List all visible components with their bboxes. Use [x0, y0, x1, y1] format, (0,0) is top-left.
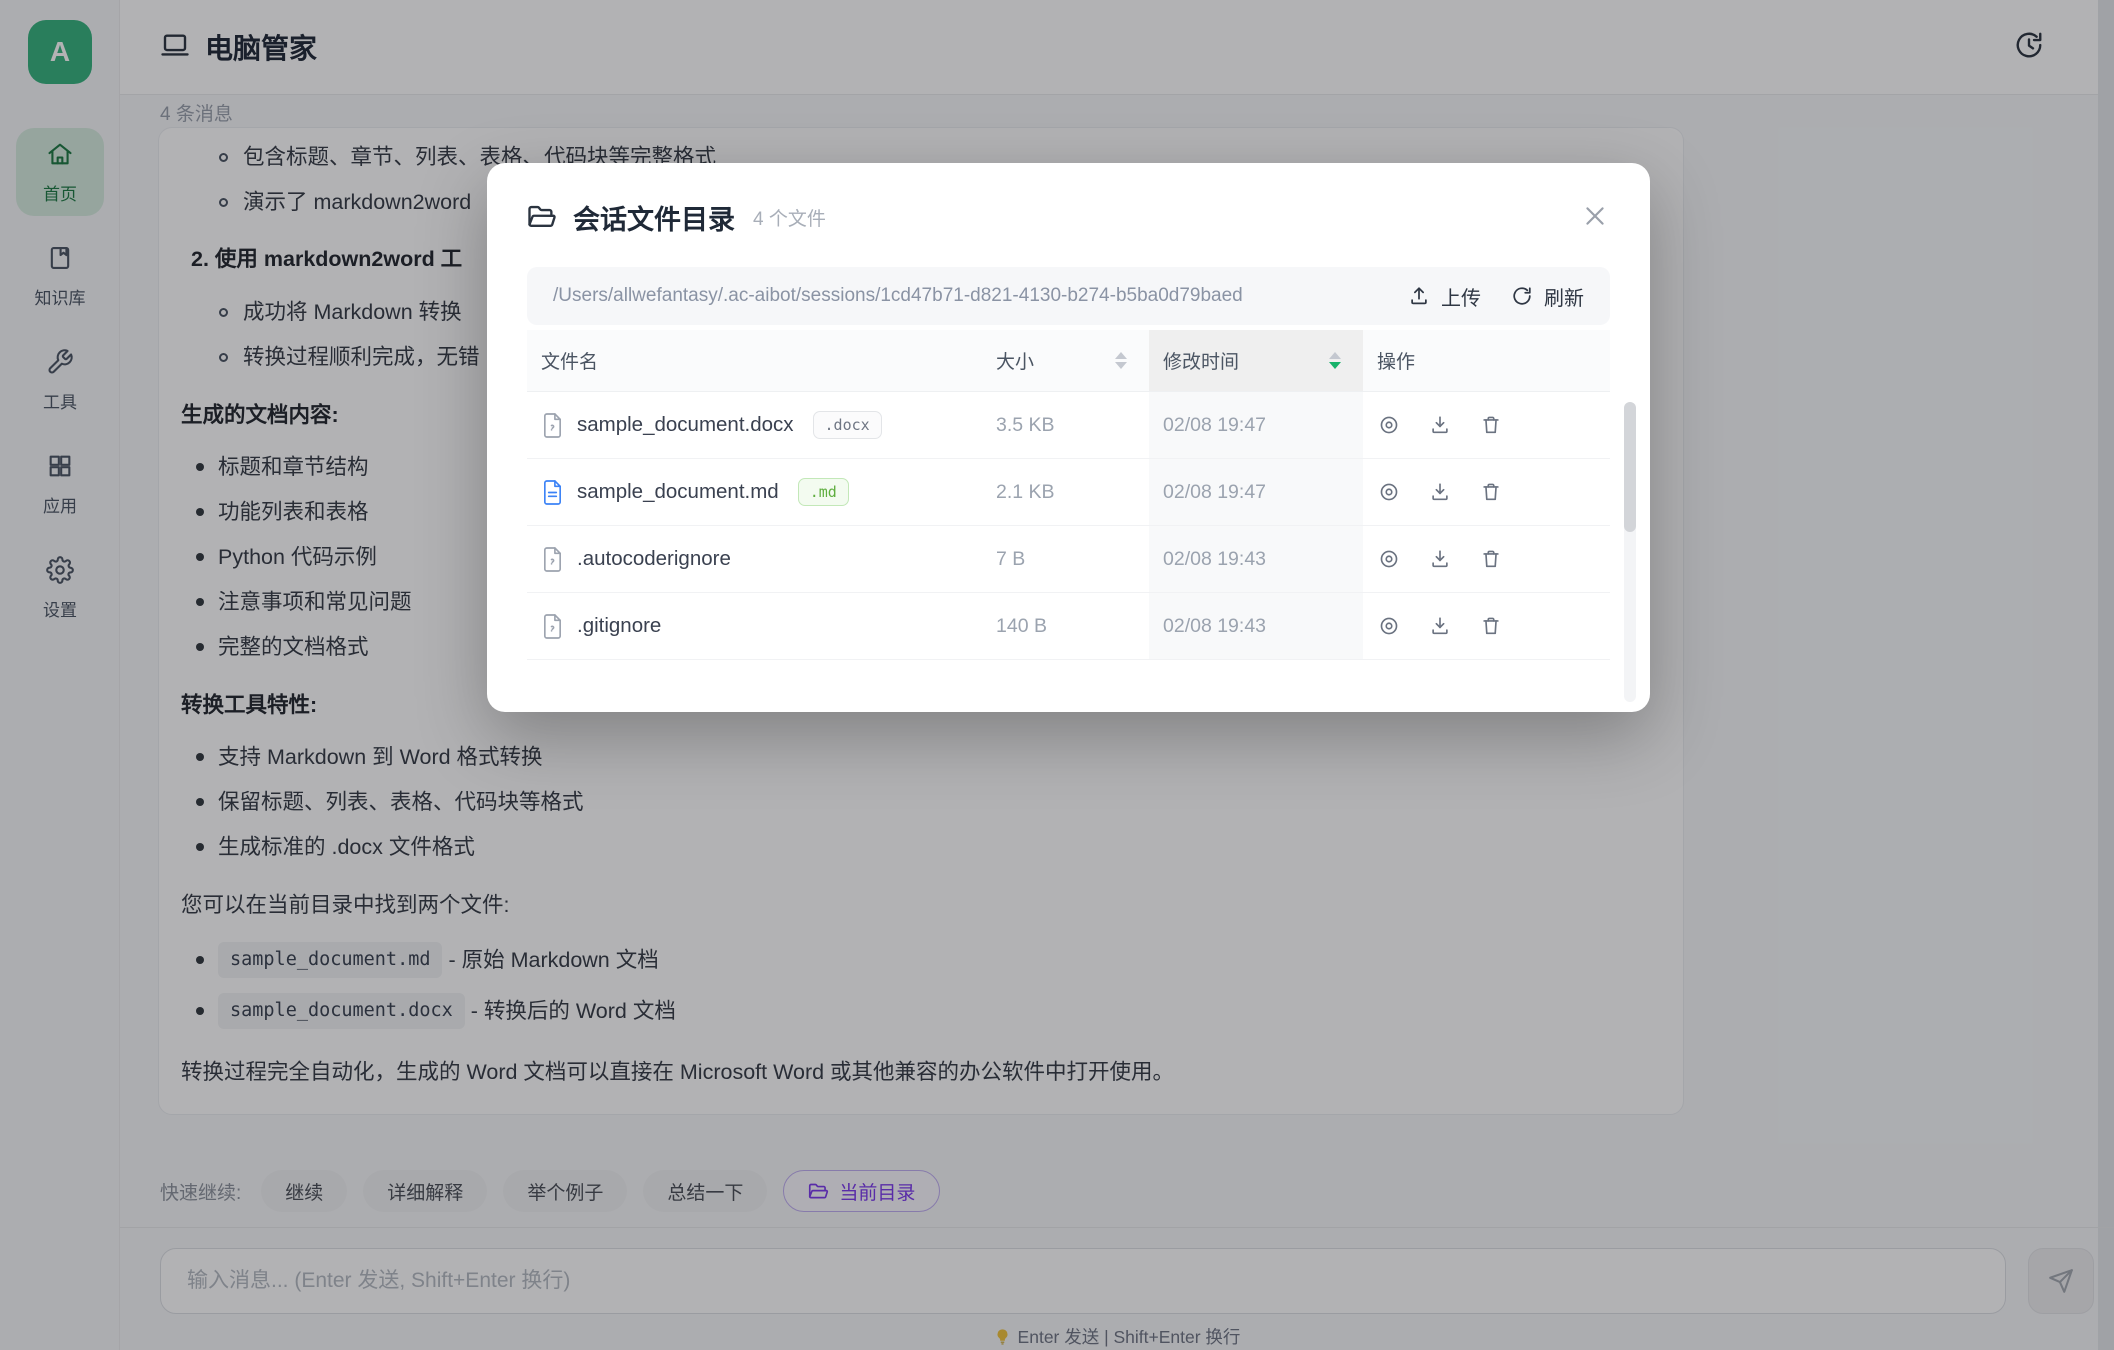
view-icon — [1378, 615, 1400, 637]
file-icon — [541, 546, 564, 573]
file-count: 4 个文件 — [753, 204, 826, 231]
table-row[interactable]: .gitignore 140 B 02/08 19:43 — [527, 593, 1610, 660]
refresh-button[interactable]: 刷新 — [1511, 282, 1584, 311]
column-header-actions: 操作 — [1363, 330, 1610, 391]
app-window: A 首页 知识库 工具 — [0, 0, 2114, 1350]
column-header-filename: 文件名 — [527, 330, 982, 391]
file-type-badge: .docx — [813, 411, 882, 439]
download-icon — [1429, 615, 1451, 637]
download-button[interactable] — [1428, 614, 1452, 638]
sort-carets-icon — [1329, 352, 1341, 369]
delete-button[interactable] — [1479, 480, 1503, 504]
session-path-bar: /Users/allwefantasy/.ac-aibot/sessions/1… — [527, 267, 1610, 325]
download-button[interactable] — [1428, 547, 1452, 571]
table-scrollbar-thumb[interactable] — [1624, 402, 1636, 532]
file-type-badge: .md — [798, 478, 849, 506]
view-icon — [1378, 548, 1400, 570]
file-name: .autocoderignore — [577, 547, 731, 571]
file-icon — [541, 613, 564, 640]
download-icon — [1429, 414, 1451, 436]
download-icon — [1429, 548, 1451, 570]
download-button[interactable] — [1428, 480, 1452, 504]
file-modified-time: 02/08 19:43 — [1149, 593, 1363, 659]
table-scrollbar[interactable] — [1624, 402, 1636, 702]
file-size: 3.5 KB — [982, 392, 1149, 458]
view-button[interactable] — [1377, 547, 1401, 571]
file-table: 文件名 大小 修改时间 操作 — [527, 330, 1610, 660]
file-name: sample_document.docx — [577, 413, 794, 437]
delete-button[interactable] — [1479, 413, 1503, 437]
delete-icon — [1480, 615, 1502, 637]
delete-button[interactable] — [1479, 547, 1503, 571]
column-header-modified[interactable]: 修改时间 — [1149, 330, 1363, 391]
table-row[interactable]: sample_document.docx .docx 3.5 KB 02/08 … — [527, 392, 1610, 459]
delete-icon — [1480, 548, 1502, 570]
column-header-size[interactable]: 大小 — [982, 330, 1149, 391]
session-path: /Users/allwefantasy/.ac-aibot/sessions/1… — [553, 285, 1378, 307]
view-icon — [1378, 481, 1400, 503]
dialog-title: 会话文件目录 — [573, 198, 735, 237]
view-button[interactable] — [1377, 413, 1401, 437]
dialog-header: 会话文件目录 4 个文件 — [527, 199, 1610, 235]
close-icon — [1582, 203, 1608, 229]
file-name: .gitignore — [577, 614, 661, 638]
delete-button[interactable] — [1479, 614, 1503, 638]
download-icon — [1429, 481, 1451, 503]
file-size: 140 B — [982, 593, 1149, 659]
file-size: 2.1 KB — [982, 459, 1149, 525]
folder-open-icon — [527, 202, 557, 232]
file-modified-time: 02/08 19:43 — [1149, 526, 1363, 592]
file-modified-time: 02/08 19:47 — [1149, 392, 1363, 458]
file-modified-time: 02/08 19:47 — [1149, 459, 1363, 525]
table-row[interactable]: sample_document.md .md 2.1 KB 02/08 19:4… — [527, 459, 1610, 526]
file-icon — [541, 412, 564, 439]
view-button[interactable] — [1377, 614, 1401, 638]
sort-carets-icon — [1115, 352, 1127, 369]
file-size: 7 B — [982, 526, 1149, 592]
session-files-dialog: 会话文件目录 4 个文件 /Users/allwefantasy/.ac-aib… — [487, 163, 1650, 712]
delete-icon — [1480, 481, 1502, 503]
delete-icon — [1480, 414, 1502, 436]
markdown-file-icon — [541, 479, 564, 506]
table-row[interactable]: .autocoderignore 7 B 02/08 19:43 — [527, 526, 1610, 593]
refresh-icon — [1511, 285, 1533, 307]
file-name: sample_document.md — [577, 480, 779, 504]
upload-icon — [1408, 285, 1430, 307]
upload-button[interactable]: 上传 — [1408, 282, 1481, 311]
table-header-row: 文件名 大小 修改时间 操作 — [527, 330, 1610, 392]
view-button[interactable] — [1377, 480, 1401, 504]
view-icon — [1378, 414, 1400, 436]
download-button[interactable] — [1428, 413, 1452, 437]
close-button[interactable] — [1580, 201, 1610, 231]
